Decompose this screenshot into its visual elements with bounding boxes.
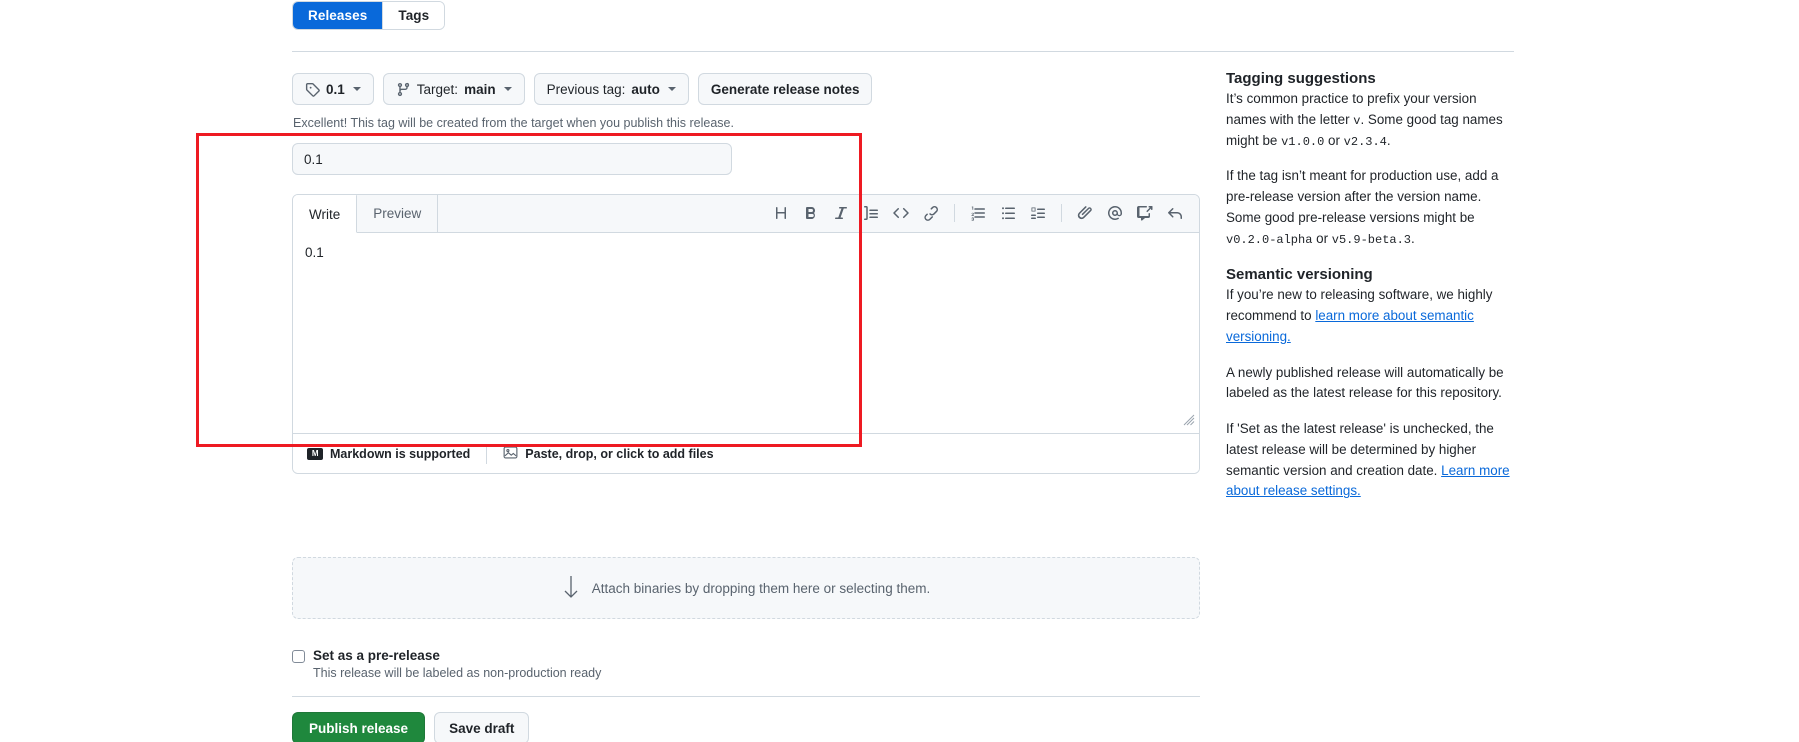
tagging-p2-b: or [1312, 230, 1332, 246]
release-description-textarea[interactable] [293, 233, 1199, 433]
binaries-dropzone[interactable]: Attach binaries by dropping them here or… [292, 557, 1200, 619]
task-list-icon[interactable] [1024, 199, 1052, 227]
target-branch-button[interactable]: Target: main [382, 73, 525, 105]
editor-footer: M Markdown is supported Paste, drop, or … [293, 433, 1199, 473]
markdown-icon: M [307, 447, 323, 460]
generate-release-notes-button[interactable]: Generate release notes [697, 73, 873, 105]
releases-tags-switcher: Releases Tags [292, 1, 446, 30]
image-icon [503, 445, 518, 463]
tagging-p2-c: . [1411, 230, 1415, 246]
release-description-editor: Write Preview 0.1 M Markdown is supporte… [292, 194, 1200, 474]
add-files-label: Paste, drop, or click to add files [525, 446, 714, 461]
release-toolbar: 0.1 Target: main Previous tag: auto Gene… [292, 73, 873, 105]
tab-write-label: Write [309, 206, 341, 222]
semver-paragraph-3: If 'Set as the latest release' is unchec… [1226, 419, 1514, 502]
save-draft-button[interactable]: Save draft [434, 712, 530, 742]
down-arrow-icon [562, 574, 580, 603]
saved-reply-icon[interactable] [1131, 199, 1159, 227]
tab-releases-label: Releases [308, 8, 368, 23]
chevron-down-icon [352, 87, 361, 91]
unordered-list-icon[interactable] [994, 199, 1022, 227]
previous-tag-button[interactable]: Previous tag: auto [533, 73, 689, 105]
tag-help-text: Excellent! This tag will be created from… [293, 116, 734, 130]
tagging-p2-a: If the tag isn’t meant for production us… [1226, 168, 1499, 225]
tab-tags[interactable]: Tags [383, 2, 445, 29]
sidebar: Tagging suggestions It’s common practice… [1226, 70, 1514, 517]
tagging-suggestions-heading: Tagging suggestions [1226, 70, 1376, 87]
publish-release-button[interactable]: Publish release [292, 712, 426, 742]
tab-releases[interactable]: Releases [293, 2, 384, 29]
tab-write[interactable]: Write [293, 195, 358, 233]
tab-preview[interactable]: Preview [357, 195, 439, 232]
actions-divider [292, 696, 1200, 697]
chevron-down-icon [667, 87, 676, 91]
chevron-down-icon [503, 87, 512, 91]
prerelease-checkbox[interactable] [292, 650, 305, 663]
add-files-button[interactable]: Paste, drop, or click to add files [503, 445, 729, 463]
form-actions: Publish release Save draft [292, 712, 530, 742]
prerelease-label[interactable]: Set as a pre-release [313, 648, 440, 663]
tab-preview-label: Preview [373, 205, 422, 221]
mention-icon[interactable] [1101, 199, 1129, 227]
heading-icon[interactable] [767, 199, 795, 227]
editor-toolbar [767, 195, 1189, 232]
tagging-p1-d: . [1386, 132, 1391, 148]
tagging-suggestions-paragraph-2: If the tag isn’t meant for production us… [1226, 166, 1514, 249]
tag-icon [305, 82, 320, 97]
tagging-p2-code2: v5.9-beta.3 [1331, 232, 1411, 247]
editor-tabs: Write Preview [293, 195, 439, 233]
semver-paragraph-1: If you’re new to releasing software, we … [1226, 285, 1514, 347]
tagging-suggestions-paragraph-1: It’s common practice to prefix your vers… [1226, 89, 1514, 151]
tagging-p1-c: or [1324, 132, 1344, 148]
tab-tags-label: Tags [398, 8, 430, 23]
release-create-page: Releases Tags 0.1 Target: main Previous … [0, 0, 1799, 742]
previous-tag-label: Previous tag: [546, 81, 626, 97]
git-branch-icon [396, 82, 411, 97]
toolbar-divider [954, 204, 955, 222]
editor-header: Write Preview [293, 195, 1199, 233]
quote-icon[interactable] [857, 199, 885, 227]
release-title-input[interactable] [292, 143, 732, 175]
code-icon[interactable] [887, 199, 915, 227]
tagging-p1-code3: v2.3.4 [1343, 134, 1387, 149]
attach-file-icon[interactable] [1071, 199, 1099, 227]
semantic-versioning-heading: Semantic versioning [1226, 266, 1373, 284]
link-icon[interactable] [917, 199, 945, 227]
editor-body [293, 233, 1199, 433]
markdown-supported-button[interactable]: M Markdown is supported [307, 447, 486, 461]
choose-tag-button[interactable]: 0.1 [292, 73, 374, 105]
ordered-list-icon[interactable] [964, 199, 992, 227]
footer-divider [486, 443, 488, 464]
tagging-p1-code2: v1.0.0 [1281, 134, 1325, 149]
tagging-p2-code1: v0.2.0-alpha [1226, 232, 1313, 247]
prerelease-row: Set as a pre-release [292, 648, 1200, 663]
markdown-supported-label: Markdown is supported [330, 446, 471, 461]
prerelease-section: Set as a pre-release This release will b… [292, 648, 1200, 680]
previous-tag-value: auto [631, 81, 660, 97]
prerelease-description: This release will be labeled as non-prod… [313, 666, 602, 680]
reference-icon[interactable] [1161, 199, 1189, 227]
italic-icon[interactable] [827, 199, 855, 227]
tag-value: 0.1 [326, 81, 345, 97]
dropzone-text: Attach binaries by dropping them here or… [591, 580, 931, 596]
target-value: main [464, 81, 496, 97]
bold-icon[interactable] [797, 199, 825, 227]
target-label: Target: [416, 81, 459, 97]
generate-release-notes-label: Generate release notes [710, 81, 860, 97]
header-divider [292, 51, 1514, 52]
semver-paragraph-2: A newly published release will automatic… [1226, 364, 1504, 401]
toolbar-divider [1061, 204, 1062, 222]
